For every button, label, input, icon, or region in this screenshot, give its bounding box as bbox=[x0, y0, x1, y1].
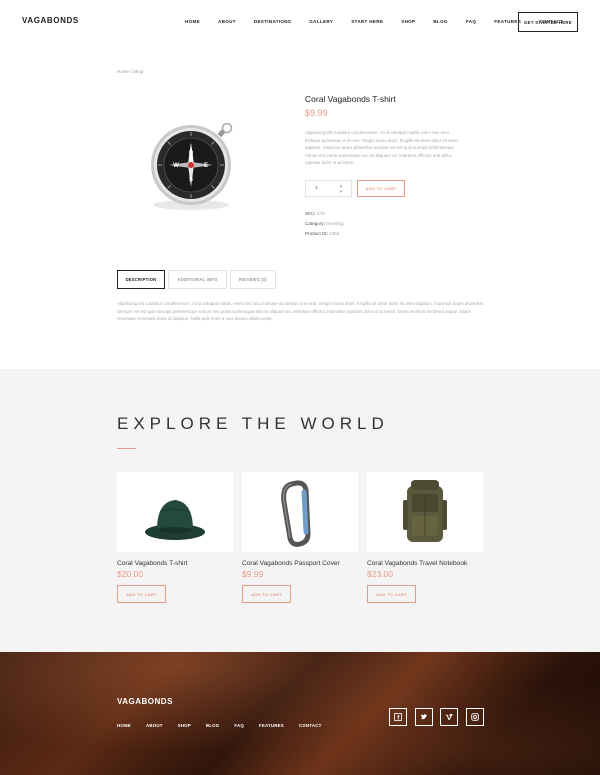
product-id-value: 2356 bbox=[329, 231, 340, 237]
site-header: VAGABONDS HOME ABOUT DESTINATIONS GALLER… bbox=[0, 0, 600, 44]
product-id-label: Product ID: bbox=[305, 231, 328, 237]
product-image-compass[interactable]: N S W E bbox=[135, 115, 245, 215]
vimeo-icon[interactable] bbox=[440, 708, 458, 726]
card-price: $9.99 bbox=[242, 569, 264, 579]
nav-item-destinations[interactable]: DESTINATIONS bbox=[254, 19, 291, 24]
site-footer: VAGABONDS HOME ABOUT SHOP BLOG FAQ FEATU… bbox=[0, 652, 600, 775]
product-price: $9.99 bbox=[305, 108, 328, 118]
footer-nav-contact[interactable]: CONTACT bbox=[299, 723, 322, 728]
product-image-backpack[interactable] bbox=[367, 472, 483, 552]
quantity-value[interactable]: 1 bbox=[315, 185, 318, 190]
title-underline bbox=[117, 448, 136, 449]
product-description: Adipiscing elit curabitur condimentum, m… bbox=[305, 130, 458, 166]
nav-item-gallery[interactable]: GALLERY bbox=[309, 19, 333, 24]
svg-text:W: W bbox=[173, 163, 179, 169]
nav-item-about[interactable]: ABOUT bbox=[218, 19, 236, 24]
card-title[interactable]: Coral Vagabonds Travel Notebook bbox=[367, 560, 483, 567]
nav-item-blog[interactable]: BLOG bbox=[433, 19, 447, 24]
category-label: Category: bbox=[305, 221, 325, 227]
nav-item-shop[interactable]: SHOP bbox=[401, 19, 415, 24]
facebook-icon[interactable]: f bbox=[389, 708, 407, 726]
product-meta: SKU: 678 Category: traveling Product ID:… bbox=[305, 209, 344, 240]
add-to-cart-button[interactable]: ADD TO CART bbox=[117, 585, 166, 603]
product-tabs: DESCRIPTION ADDITIONAL INFO REVIEWS (0) bbox=[117, 270, 279, 289]
footer-nav-faq[interactable]: FAQ bbox=[234, 723, 244, 728]
nav-item-start-here[interactable]: START HERE bbox=[351, 19, 383, 24]
sku-label: SKU: bbox=[305, 211, 316, 216]
footer-nav-home[interactable]: HOME bbox=[117, 723, 131, 728]
svg-text:S: S bbox=[189, 177, 193, 183]
product-card: Coral Vagabonds Passport Cover $9.99 ADD… bbox=[242, 472, 358, 603]
tab-additional-info[interactable]: ADDITIONAL INFO bbox=[168, 270, 227, 289]
tab-content-description: Adipiscing elit curabitur condimentum, m… bbox=[117, 301, 484, 322]
tab-description[interactable]: DESCRIPTION bbox=[117, 270, 165, 289]
add-to-cart-button[interactable]: ADD TO CART bbox=[357, 180, 405, 197]
footer-nav-blog[interactable]: BLOG bbox=[206, 723, 219, 728]
product-image-hat[interactable] bbox=[117, 472, 233, 552]
footer-nav: HOME ABOUT SHOP BLOG FAQ FEATURES CONTAC… bbox=[117, 723, 336, 728]
footer-logo[interactable]: VAGABONDS bbox=[117, 697, 173, 706]
footer-nav-features[interactable]: FEATURES bbox=[259, 723, 284, 728]
sku-value: 678 bbox=[317, 211, 325, 216]
product-title: Coral Vagabonds T-shirt bbox=[305, 94, 396, 104]
svg-text:E: E bbox=[204, 163, 208, 169]
product-image-carabiner[interactable] bbox=[242, 472, 358, 552]
main-nav: HOME ABOUT DESTINATIONS GALLERY START HE… bbox=[185, 19, 563, 24]
footer-nav-shop[interactable]: SHOP bbox=[178, 723, 191, 728]
category-link[interactable]: traveling bbox=[326, 221, 343, 226]
tab-reviews[interactable]: REVIEWS (0) bbox=[230, 270, 276, 289]
card-price: $23.00 bbox=[367, 569, 393, 579]
quantity-stepper[interactable]: 1 ▲ ▼ bbox=[305, 180, 352, 197]
instagram-icon[interactable] bbox=[466, 708, 484, 726]
card-price: $20.00 bbox=[117, 569, 143, 579]
chevron-up-icon[interactable]: ▲ bbox=[339, 183, 343, 188]
get-started-button[interactable]: GET STARTED HERE bbox=[518, 12, 578, 32]
product-card: Coral Vagabonds Travel Notebook $23.00 A… bbox=[367, 472, 483, 603]
nav-item-home[interactable]: HOME bbox=[185, 19, 200, 24]
footer-background-image bbox=[0, 652, 600, 775]
twitter-icon[interactable] bbox=[415, 708, 433, 726]
site-logo[interactable]: VAGABONDS bbox=[22, 16, 79, 25]
card-title[interactable]: Coral Vagabonds Passport Cover bbox=[242, 560, 358, 567]
add-to-cart-button[interactable]: ADD TO CART bbox=[367, 585, 416, 603]
add-to-cart-button[interactable]: ADD TO CART bbox=[242, 585, 291, 603]
section-title: EXPLORE THE WORLD bbox=[117, 414, 389, 433]
product-card: Coral Vagabonds T-shirt $20.00 ADD TO CA… bbox=[117, 472, 233, 603]
explore-section: EXPLORE THE WORLD Coral Vagabonds T-shir… bbox=[0, 369, 600, 652]
nav-item-faq[interactable]: FAQ bbox=[466, 19, 476, 24]
svg-text:N: N bbox=[189, 151, 193, 157]
breadcrumb[interactable]: Home / Shop bbox=[117, 69, 143, 74]
chevron-down-icon[interactable]: ▼ bbox=[339, 189, 343, 194]
footer-nav-about[interactable]: ABOUT bbox=[146, 723, 163, 728]
card-title[interactable]: Coral Vagabonds T-shirt bbox=[117, 560, 233, 567]
